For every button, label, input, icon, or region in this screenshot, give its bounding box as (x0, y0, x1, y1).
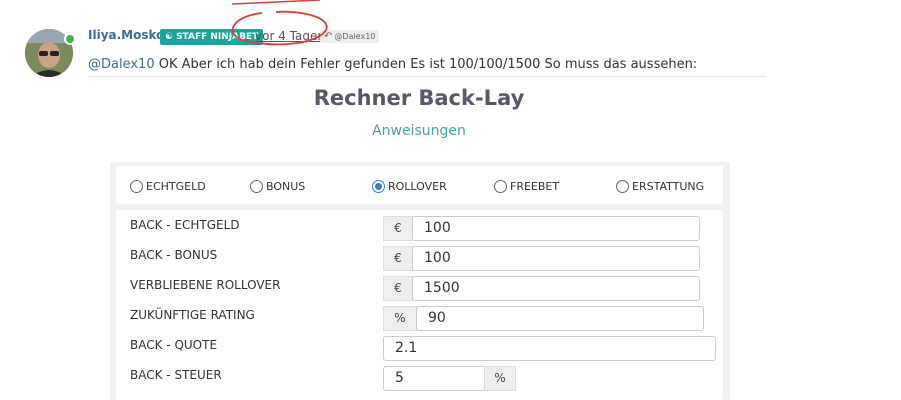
currency-addon: € (383, 246, 413, 271)
rating-input[interactable]: 90 (416, 306, 704, 331)
page: Iliya.Moskov ☯ STAFF NINJABET vor 4 Tagen… (0, 0, 901, 400)
mode-echtgeld[interactable]: ECHTGELD (130, 180, 206, 193)
mode-label: ROLLOVER (388, 180, 447, 193)
online-status-dot (64, 33, 76, 45)
back-echtgeld-input[interactable]: 100 (412, 216, 700, 241)
mode-label: ERSTATTUNG (632, 180, 705, 193)
back-bonus-input[interactable]: 100 (412, 246, 700, 271)
rollover-input[interactable]: 1500 (412, 276, 700, 301)
field-label: ZUKÜNFTIGE RATING (130, 308, 255, 322)
percent-addon: % (484, 366, 516, 391)
mode-label: BONUS (266, 180, 306, 193)
radio-button[interactable] (494, 180, 507, 193)
input-fields: BACK - ECHTGELD € 100 BACK - BONUS € 100… (116, 210, 723, 400)
calculator-title: Rechner Back-Lay (313, 86, 525, 110)
field-label: BACK - BONUS (130, 248, 218, 262)
reply-reference[interactable]: ↶ @Dalex10 (320, 30, 380, 43)
message-mention[interactable]: @Dalex10 (88, 57, 155, 72)
field-label: VERBLIEBENE ROLLOVER (130, 278, 281, 292)
staff-badge: ☯ STAFF NINJABET (160, 29, 264, 45)
radio-button-selected[interactable] (372, 180, 385, 193)
post-message: @Dalex10 OK Aber ich hab dein Fehler gef… (88, 57, 697, 72)
back-steuer-input[interactable]: 5 (383, 366, 485, 391)
mode-selector: ECHTGELD BONUS ROLLOVER FREEBET ERSTATTU… (116, 166, 723, 204)
reply-reference-label: @Dalex10 (334, 32, 376, 41)
field-label: BACK - QUOTE (130, 338, 218, 352)
mode-erstattung[interactable]: ERSTATTUNG (616, 180, 704, 193)
mode-freebet[interactable]: FREEBET (494, 180, 559, 193)
mode-bonus[interactable]: BONUS (250, 180, 305, 193)
radio-button[interactable] (130, 180, 143, 193)
message-divider (88, 76, 766, 77)
calculator-panel: ECHTGELD BONUS ROLLOVER FREEBET ERSTATTU… (110, 162, 730, 400)
field-label: BACK - STEUER (130, 368, 222, 382)
message-text: OK Aber ich hab dein Fehler gefunden Es … (154, 57, 698, 72)
reply-arrow-icon: ↶ (324, 31, 333, 42)
mode-rollover[interactable]: ROLLOVER (372, 180, 447, 193)
currency-addon: € (383, 216, 413, 241)
instructions-link[interactable]: Anweisungen (0, 123, 838, 139)
mode-label: ECHTGELD (146, 180, 206, 193)
staff-badge-label: STAFF NINJABET (176, 32, 259, 42)
radio-button[interactable] (616, 180, 629, 193)
radio-button[interactable] (250, 180, 263, 193)
ninja-icon: ☯ (165, 32, 174, 42)
mode-label: FREEBET (510, 180, 560, 193)
currency-addon: € (383, 276, 413, 301)
field-label: BACK - ECHTGELD (130, 218, 240, 232)
post-timestamp[interactable]: vor 4 Tagen (255, 29, 325, 43)
percent-addon: % (383, 306, 417, 331)
back-quote-input[interactable]: 2.1 (383, 336, 716, 361)
